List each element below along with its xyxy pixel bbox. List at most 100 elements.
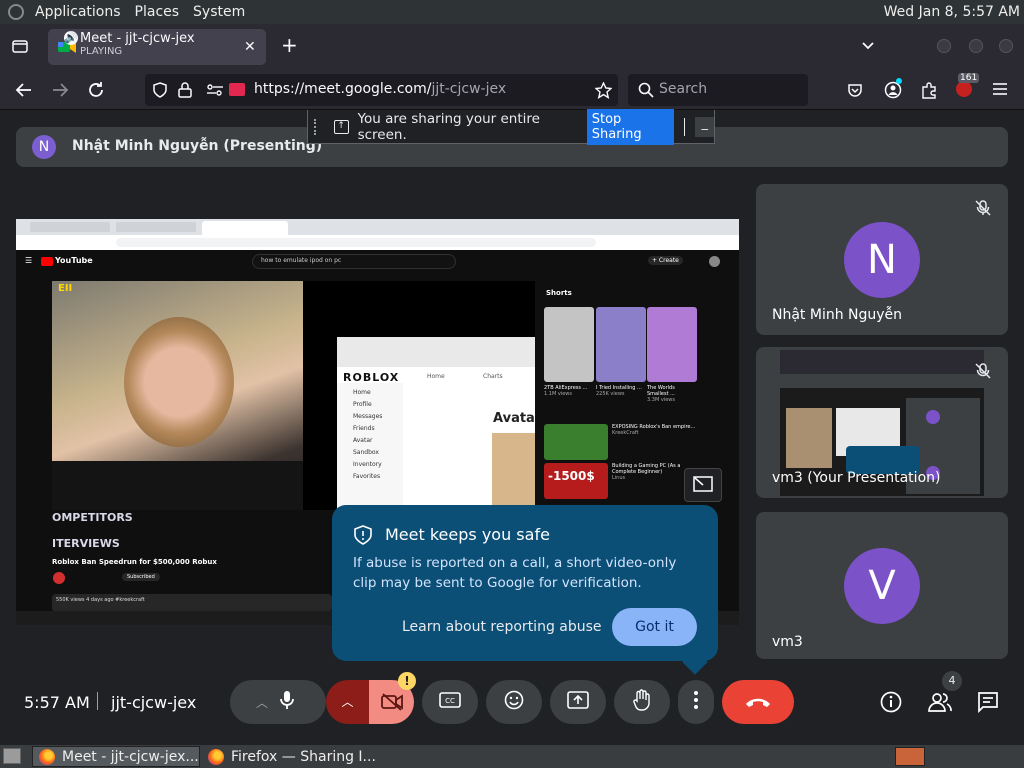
- more-vert-icon: [694, 691, 698, 713]
- reactions-button[interactable]: [486, 680, 542, 724]
- short-thumb-3: [647, 307, 697, 382]
- captions-button[interactable]: CC: [422, 680, 478, 724]
- present-screen-icon: [567, 691, 589, 713]
- short-thumb-1: [544, 307, 594, 382]
- meeting-info-icon[interactable]: [880, 691, 902, 717]
- participant-name: vm3 (Your Presentation): [772, 470, 941, 486]
- search-placeholder: Search: [659, 81, 708, 97]
- popup-body: If abuse is reported on a call, a short …: [353, 555, 677, 591]
- search-icon: [638, 82, 654, 101]
- end-call-icon: [745, 693, 771, 712]
- inner-roblox-window: ROBLOX Home Charts Home Profile Messages…: [337, 337, 535, 511]
- tab-close-icon[interactable]: ✕: [244, 39, 256, 55]
- taskbar-item-meet[interactable]: Meet - jjt-cjcw-jex...: [32, 746, 200, 767]
- leave-call-button[interactable]: [722, 680, 794, 724]
- menu-applications[interactable]: Applications: [28, 4, 128, 20]
- chat-icon[interactable]: [977, 691, 999, 717]
- distro-logo-icon[interactable]: [8, 4, 24, 20]
- webcam-video-frame: EII: [52, 281, 303, 510]
- tab-strip: 🔊 Meet - jjt-cjcw-jex PLAYING ✕ +: [0, 24, 1024, 70]
- system-clock[interactable]: Wed Jan 8, 5:57 AM: [884, 4, 1024, 20]
- taskbar-item-label: Firefox — Sharing I...: [231, 748, 376, 765]
- tab-overview-icon[interactable]: [12, 38, 28, 57]
- taskbar-item-firefox-sharing[interactable]: Firefox — Sharing I...: [202, 746, 382, 767]
- url-path: jjt-cjcw-jex: [431, 81, 507, 97]
- back-arrow-icon[interactable]: [15, 81, 33, 102]
- tab-status: PLAYING: [80, 46, 123, 57]
- microphone-icon[interactable]: [278, 690, 310, 714]
- bookmark-star-icon[interactable]: [594, 81, 613, 102]
- participant-tile-presentation[interactable]: vm3 (Your Presentation): [756, 347, 1008, 498]
- camera-options-chevron-icon[interactable]: ︿: [326, 680, 370, 724]
- participant-name: Nhật Minh Nguyễn: [772, 307, 903, 323]
- got-it-button[interactable]: Got it: [612, 608, 697, 646]
- side-video-thumb-2: -1500$: [544, 463, 608, 499]
- show-desktop-icon[interactable]: [3, 748, 21, 764]
- participant-tile-vm3[interactable]: V vm3: [756, 512, 1008, 659]
- extensions-puzzle-icon[interactable]: [920, 81, 938, 102]
- raise-hand-button[interactable]: [614, 680, 670, 724]
- minimize-banner-button[interactable]: _: [695, 116, 714, 137]
- yt-search-query: how to emulate ipod on pc: [261, 257, 342, 264]
- navigation-toolbar: https://meet.google.com/jjt-cjcw-jex Sea…: [0, 70, 1024, 110]
- tab-meet[interactable]: 🔊 Meet - jjt-cjcw-jex PLAYING ✕: [48, 29, 266, 65]
- window-close-button[interactable]: [999, 39, 1013, 53]
- hamburger-menu-icon[interactable]: [992, 82, 1008, 99]
- participant-tile-nhat[interactable]: N Nhật Minh Nguyễn: [756, 184, 1008, 335]
- overlay-line-1: OMPETITORS: [52, 511, 133, 524]
- pip-collapse-icon[interactable]: [684, 468, 722, 502]
- stop-sharing-button[interactable]: Stop Sharing: [586, 108, 675, 145]
- workspace-switcher[interactable]: [895, 747, 925, 766]
- captions-icon: CC: [439, 692, 461, 712]
- permissions-icon[interactable]: [206, 82, 224, 101]
- video-meta: 550K views 4 days ago #kreekcraft: [56, 597, 145, 603]
- lock-icon[interactable]: [178, 82, 192, 101]
- new-tab-icon[interactable]: +: [281, 35, 298, 55]
- people-icon[interactable]: [928, 691, 952, 717]
- window-maximize-button[interactable]: [969, 39, 983, 53]
- menu-system[interactable]: System: [186, 4, 252, 20]
- extension-badge-count: 161: [958, 73, 980, 83]
- emoji-icon: [504, 690, 524, 714]
- participant-avatar: N: [844, 222, 920, 298]
- tab-title: Meet - jjt-cjcw-jex: [80, 31, 195, 46]
- list-tabs-chevron-icon[interactable]: [860, 38, 876, 57]
- tracking-shield-icon[interactable]: [152, 82, 168, 101]
- sharing-message: You are sharing your entire screen.: [357, 110, 540, 143]
- present-screen-button[interactable]: [550, 680, 606, 724]
- svg-text:CC: CC: [445, 697, 455, 705]
- drag-handle-icon[interactable]: [314, 118, 322, 135]
- audio-control-group: ︿: [230, 680, 326, 724]
- more-options-button[interactable]: [678, 680, 714, 724]
- subscribed-button: Subscribed: [122, 573, 160, 581]
- mic-off-icon: [974, 199, 992, 221]
- search-box[interactable]: Search: [628, 74, 808, 106]
- yt-menu-icon: ☰: [25, 256, 33, 265]
- short-thumb-2: [596, 307, 646, 382]
- menu-places[interactable]: Places: [128, 4, 187, 20]
- yt-avatar: [709, 256, 720, 267]
- inner-tab-strip: [16, 219, 739, 235]
- screen-sharing-banner: ↑ You are sharing your entire screen. St…: [307, 108, 715, 145]
- meeting-time: 5:57 AM: [24, 693, 90, 712]
- pocket-icon[interactable]: [847, 82, 863, 101]
- presenter-avatar: N: [32, 135, 56, 159]
- account-icon[interactable]: [884, 78, 902, 102]
- screen-share-indicator-icon[interactable]: [229, 83, 245, 96]
- firefox-icon: [208, 748, 224, 765]
- system-top-bar: Applications Places System Wed Jan 8, 5:…: [0, 0, 1024, 24]
- share-screen-icon: ↑: [333, 119, 349, 134]
- reload-icon[interactable]: [87, 81, 105, 102]
- taskbar-item-label: Meet - jjt-cjcw-jex...: [62, 748, 199, 765]
- audio-playing-icon[interactable]: 🔊: [64, 31, 78, 45]
- inner-address-bar: [16, 235, 739, 250]
- overlay-line-2: ITERVIEWS: [52, 537, 120, 550]
- ublock-icon[interactable]: [956, 81, 972, 97]
- learn-about-reporting-link[interactable]: Learn about reporting abuse: [402, 619, 602, 635]
- forward-arrow-icon[interactable]: [51, 81, 69, 102]
- meet-safety-popup: Meet keeps you safe If abuse is reported…: [332, 505, 718, 675]
- yt-site-name: YouTube: [55, 256, 93, 265]
- url-bar[interactable]: https://meet.google.com/jjt-cjcw-jex: [145, 74, 618, 106]
- window-minimize-button[interactable]: [937, 39, 951, 53]
- audio-options-chevron-icon[interactable]: ︿: [246, 694, 278, 711]
